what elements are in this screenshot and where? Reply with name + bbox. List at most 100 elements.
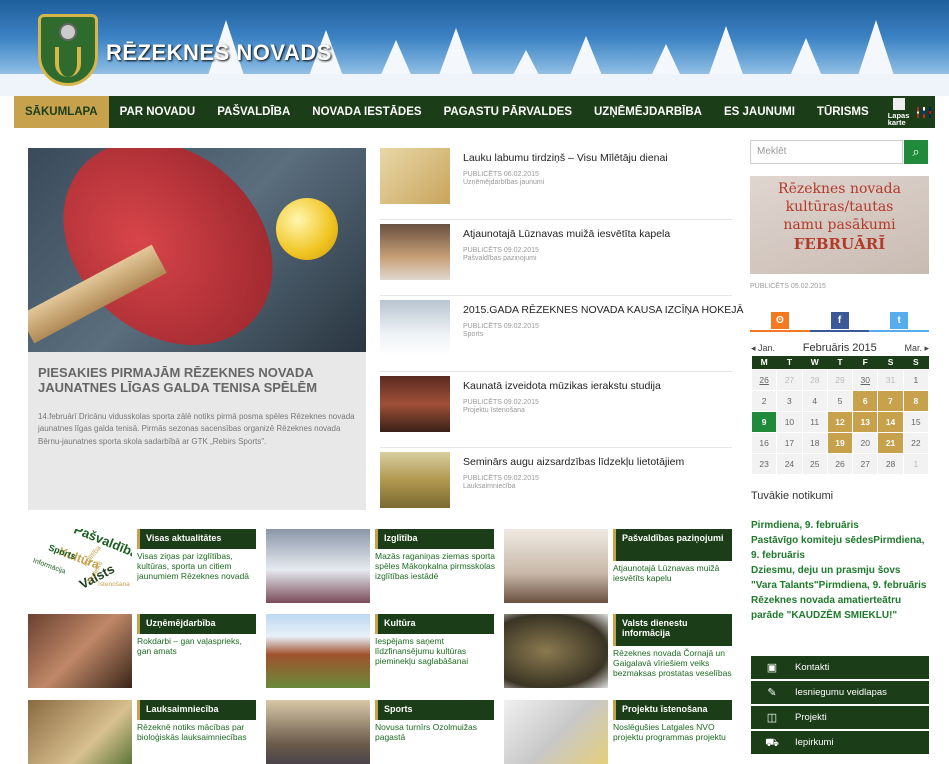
news-thumbnail[interactable] (380, 300, 450, 356)
calendar-day-today[interactable]: 9 (750, 410, 778, 433)
category-text[interactable]: Rēzeknes novada Čornajā un Gaigalavā vīr… (613, 648, 734, 688)
nav-eu-news[interactable]: ES JAUNUMI (713, 96, 806, 128)
news-thumbnail[interactable] (380, 224, 450, 280)
calendar-prev-link[interactable]: ◂ Jan. (751, 343, 775, 354)
news-item[interactable]: Seminārs augu aizsardzības līdzekļu liet… (380, 452, 732, 524)
event-item[interactable]: Pastāvīgo komiteju sēdesPirmdiena, 9. fe… (751, 533, 929, 563)
news-item[interactable]: 2015.GADA RĒZEKNES NOVADA KAUSA IZCĪŅA H… (380, 300, 744, 372)
category-label[interactable]: Projektu īstenošana (613, 700, 732, 720)
sitemap-link[interactable]: Lapas karte (880, 97, 918, 127)
news-category[interactable]: Sports (463, 331, 483, 338)
calendar-day[interactable]: 21 (877, 431, 904, 454)
calendar-day[interactable]: 7 (877, 389, 904, 412)
link-forms[interactable]: ✎ Iesniegumu veidlapas (751, 681, 929, 704)
news-thumbnail[interactable] (380, 452, 450, 508)
news-category[interactable]: Lauksaimniecība (463, 483, 516, 490)
news-title[interactable]: Atjaunotajā Lūznavas muižā iesvētīta kap… (463, 228, 670, 240)
category-label[interactable]: Sports (375, 700, 494, 720)
event-item[interactable]: Rēzeknes novada amatierteātru parāde "KA… (751, 593, 929, 623)
calendar-next-link[interactable]: Mar. ▸ (904, 343, 929, 354)
category-label[interactable]: Izglītība (375, 529, 494, 549)
news-category[interactable]: Pašvaldības paziņojumi (463, 255, 537, 262)
category-photo[interactable] (266, 529, 370, 603)
category-card[interactable]: Lauksaimniecība Rēzeknē notiks mācības p… (28, 700, 256, 764)
coat-of-arms-logo[interactable] (38, 14, 98, 86)
category-label[interactable]: Uzņēmējdarbība (137, 614, 256, 634)
calendar-day[interactable]: 19 (826, 431, 854, 454)
category-text[interactable]: Atjaunotajā Lūznavas muižā iesvētīts kap… (613, 563, 734, 603)
category-card[interactable]: Kultūra Iespējams saņemt līdzfinansējumu… (266, 614, 494, 688)
category-text[interactable]: Rokdarbi – gan vaļasprieks, gan amats (137, 636, 258, 684)
calendar-day[interactable]: 14 (877, 410, 904, 433)
calendar-day[interactable]: 8 (902, 389, 930, 412)
category-label[interactable]: Visas aktualitātes (137, 529, 256, 549)
category-photo[interactable] (28, 700, 132, 764)
category-card[interactable]: Projektu īstenošana Noslēgušies Latgales… (504, 700, 732, 764)
category-card[interactable]: Pašvaldības Kultūra Sports Informācija V… (28, 529, 256, 603)
news-thumbnail[interactable] (380, 148, 450, 204)
facebook-icon[interactable]: f (830, 312, 849, 329)
flag-latvian-icon[interactable] (917, 106, 920, 118)
news-title[interactable]: Lauku labumu tirdziņš – Visu Mīlētāju di… (463, 152, 668, 164)
category-label[interactable]: Lauksaimniecība (137, 700, 256, 720)
news-category[interactable]: Projektu īstenošana (463, 407, 525, 414)
nav-institutions[interactable]: NOVADA IESTĀDES (301, 96, 432, 128)
category-text[interactable]: Rēzeknē notiks mācības par bioloģiskās l… (137, 722, 258, 764)
category-photo[interactable] (504, 614, 608, 688)
event-item[interactable]: Pirmdiena, 9. februāris (751, 518, 929, 533)
twitter-icon[interactable]: t (890, 312, 909, 329)
news-category[interactable]: Uzņēmējdarbības jaunumi (463, 179, 544, 186)
category-text[interactable]: Visas ziņas par izglītības, kultūras, sp… (137, 551, 258, 599)
category-text[interactable]: Mazās raganiņas ziemas sporta spēles Māk… (375, 551, 496, 599)
category-photo[interactable] (266, 614, 370, 688)
flag-english-icon[interactable] (929, 106, 931, 118)
category-photo[interactable] (504, 529, 608, 603)
category-label[interactable]: Kultūra (375, 614, 494, 634)
calendar-day[interactable]: 12 (826, 410, 854, 433)
search-button[interactable]: ⌕ (904, 140, 928, 164)
search-input[interactable]: Meklēt (750, 140, 903, 164)
site-title[interactable]: RĒZEKNES NOVADS (106, 40, 332, 66)
category-card[interactable]: Valsts dienestu informācija Rēzeknes nov… (504, 614, 732, 688)
category-text[interactable]: Noslēgušies Latgales NVO projektu progra… (613, 722, 734, 764)
category-card[interactable]: Pašvaldības paziņojumi Atjaunotajā Lūzna… (504, 529, 732, 603)
news-item[interactable]: Atjaunotajā Lūznavas muižā iesvētīta kap… (380, 224, 732, 296)
nav-home[interactable]: SĀKUMLAPA (14, 96, 109, 128)
featured-article[interactable]: PIESAKIES PIRMAJĀM RĒZEKNES NOVADA JAUNA… (28, 148, 366, 510)
category-text[interactable]: Novusa turnīrs Ozolmuižas pagastā (375, 722, 496, 764)
calendar-day[interactable]: 26 (750, 368, 778, 391)
nav-parishes[interactable]: PAGASTU PĀRVALDES (433, 96, 583, 128)
category-photo[interactable] (504, 700, 608, 764)
category-card[interactable]: Uzņēmējdarbība Rokdarbi – gan vaļaspriek… (28, 614, 256, 688)
category-text[interactable]: Iespējams saņemt līdzfinansējumu kultūra… (375, 636, 496, 684)
category-label[interactable]: Valsts dienestu informācija (613, 614, 732, 646)
category-photo[interactable] (28, 614, 132, 688)
news-thumbnail[interactable] (380, 376, 450, 432)
news-title[interactable]: Seminārs augu aizsardzības līdzekļu liet… (463, 456, 684, 468)
category-label[interactable]: Pašvaldības paziņojumi (613, 529, 732, 561)
news-title[interactable]: 2015.GADA RĒZEKNES NOVADA KAUSA IZCĪŅA H… (463, 304, 744, 316)
event-item[interactable]: Dziesmu, deju un prasmju šovs "Vara Tala… (751, 563, 929, 593)
link-procurement[interactable]: ⛟ Iepirkumi (751, 731, 929, 754)
news-item[interactable]: Kaunatā izveidota mūzikas ierakstu studi… (380, 376, 732, 448)
events-poster[interactable]: Rēzeknes novada kultūras/tautas namu pas… (750, 176, 929, 274)
featured-title[interactable]: PIESAKIES PIRMAJĀM RĒZEKNES NOVADA JAUNA… (28, 352, 366, 396)
calendar-day[interactable]: 6 (852, 389, 879, 412)
calendar-day[interactable]: 30 (852, 368, 879, 391)
link-projects[interactable]: ◫ Projekti (751, 706, 929, 729)
nav-tourism[interactable]: TŪRISMS (806, 96, 880, 128)
category-card[interactable]: Izglītība Mazās raganiņas ziemas sporta … (266, 529, 496, 603)
link-contacts[interactable]: ▣ Kontakti (751, 656, 929, 679)
nav-municipality[interactable]: PAŠVALDĪBA (206, 96, 301, 128)
draugiem-icon[interactable]: ʘ (770, 312, 789, 329)
featured-image[interactable] (28, 148, 366, 352)
calendar-day[interactable]: 13 (852, 410, 879, 433)
news-title[interactable]: Kaunatā izveidota mūzikas ierakstu studi… (463, 380, 661, 392)
nav-business[interactable]: UZŅĒMĒJDARBĪBA (583, 96, 713, 128)
flag-russian-icon[interactable] (923, 106, 926, 118)
nav-about[interactable]: PAR NOVADU (109, 96, 207, 128)
category-photo[interactable] (266, 700, 370, 764)
news-item[interactable]: Lauku labumu tirdziņš – Visu Mīlētāju di… (380, 148, 732, 220)
category-card[interactable]: Sports Novusa turnīrs Ozolmuižas pagastā (266, 700, 494, 764)
category-word-cloud[interactable]: Pašvaldības Kultūra Sports Informācija V… (28, 529, 132, 603)
